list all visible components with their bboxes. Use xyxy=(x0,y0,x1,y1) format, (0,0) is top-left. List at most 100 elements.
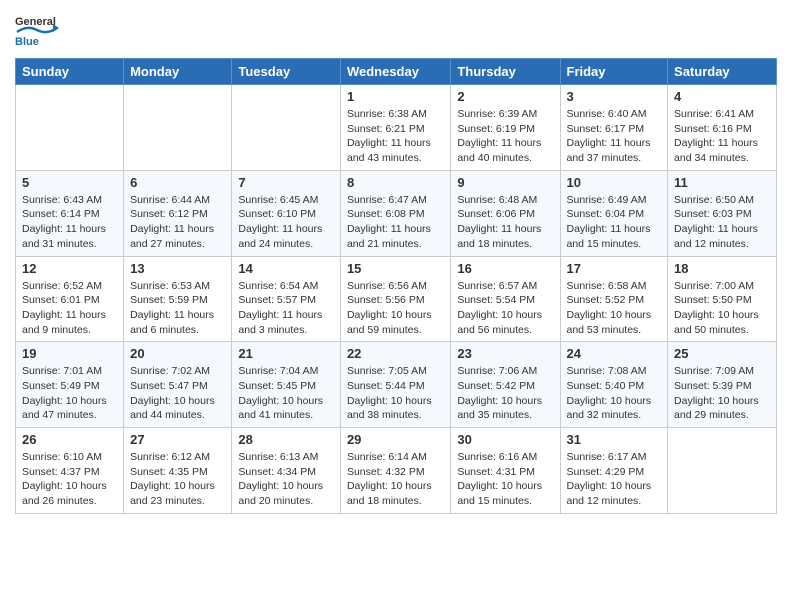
day-info: Sunrise: 6:56 AM Sunset: 5:56 PM Dayligh… xyxy=(347,279,444,338)
calendar-cell: 8 Sunrise: 6:47 AM Sunset: 6:08 PM Daylig… xyxy=(340,170,450,256)
day-info: Sunrise: 6:53 AM Sunset: 5:59 PM Dayligh… xyxy=(130,279,225,338)
day-info: Sunrise: 6:44 AM Sunset: 6:12 PM Dayligh… xyxy=(130,193,225,252)
day-number: 25 xyxy=(674,346,770,361)
calendar-cell: 21 Sunrise: 7:04 AM Sunset: 5:45 PM Dayli… xyxy=(232,342,341,428)
day-info: Sunrise: 6:17 AM Sunset: 4:29 PM Dayligh… xyxy=(567,450,662,509)
svg-text:General: General xyxy=(15,16,56,28)
day-info: Sunrise: 6:50 AM Sunset: 6:03 PM Dayligh… xyxy=(674,193,770,252)
day-info: Sunrise: 6:12 AM Sunset: 4:35 PM Dayligh… xyxy=(130,450,225,509)
day-info: Sunrise: 6:16 AM Sunset: 4:31 PM Dayligh… xyxy=(457,450,553,509)
day-info: Sunrise: 6:49 AM Sunset: 6:04 PM Dayligh… xyxy=(567,193,662,252)
day-number: 30 xyxy=(457,432,553,447)
calendar-cell: 26Sunrise: 6:10 AM Sunset: 4:37 PM Dayli… xyxy=(16,428,124,514)
calendar-cell: 6 Sunrise: 6:44 AM Sunset: 6:12 PM Daylig… xyxy=(124,170,232,256)
weekday-header-monday: Monday xyxy=(124,59,232,85)
calendar-cell: 25Sunrise: 7:09 AM Sunset: 5:39 PM Dayli… xyxy=(668,342,777,428)
day-number: 23 xyxy=(457,346,553,361)
calendar-cell xyxy=(232,85,341,171)
day-number: 11 xyxy=(674,175,770,190)
weekday-header-row: SundayMondayTuesdayWednesdayThursdayFrid… xyxy=(16,59,777,85)
day-number: 16 xyxy=(457,261,553,276)
day-number: 26 xyxy=(22,432,117,447)
calendar-cell: 12Sunrise: 6:52 AM Sunset: 6:01 PM Dayli… xyxy=(16,256,124,342)
day-number: 31 xyxy=(567,432,662,447)
day-number: 24 xyxy=(567,346,662,361)
day-info: Sunrise: 6:13 AM Sunset: 4:34 PM Dayligh… xyxy=(238,450,334,509)
calendar-cell: 23 Sunrise: 7:06 AM Sunset: 5:42 PM Dayli… xyxy=(451,342,560,428)
calendar-cell xyxy=(668,428,777,514)
day-info: Sunrise: 6:47 AM Sunset: 6:08 PM Dayligh… xyxy=(347,193,444,252)
day-number: 2 xyxy=(457,89,553,104)
week-row-1: 1Sunrise: 6:38 AM Sunset: 6:21 PM Daylig… xyxy=(16,85,777,171)
day-number: 19 xyxy=(22,346,117,361)
day-number: 28 xyxy=(238,432,334,447)
day-number: 29 xyxy=(347,432,444,447)
day-number: 15 xyxy=(347,261,444,276)
day-info: Sunrise: 7:06 AM Sunset: 5:42 PM Dayligh… xyxy=(457,364,553,423)
calendar-cell: 15 Sunrise: 6:56 AM Sunset: 5:56 PM Dayli… xyxy=(340,256,450,342)
day-info: Sunrise: 6:48 AM Sunset: 6:06 PM Dayligh… xyxy=(457,193,553,252)
calendar-cell: 4Sunrise: 6:41 AM Sunset: 6:16 PM Daylig… xyxy=(668,85,777,171)
calendar-cell: 17Sunrise: 6:58 AM Sunset: 5:52 PM Dayli… xyxy=(560,256,668,342)
calendar-cell: 27 Sunrise: 6:12 AM Sunset: 4:35 PM Dayli… xyxy=(124,428,232,514)
week-row-2: 5 Sunrise: 6:43 AM Sunset: 6:14 PM Daylig… xyxy=(16,170,777,256)
day-info: Sunrise: 6:40 AM Sunset: 6:17 PM Dayligh… xyxy=(567,107,662,166)
day-info: Sunrise: 6:38 AM Sunset: 6:21 PM Dayligh… xyxy=(347,107,444,166)
day-number: 20 xyxy=(130,346,225,361)
calendar-cell: 16 Sunrise: 6:57 AM Sunset: 5:54 PM Dayli… xyxy=(451,256,560,342)
day-info: Sunrise: 7:02 AM Sunset: 5:47 PM Dayligh… xyxy=(130,364,225,423)
calendar-cell: 3 Sunrise: 6:40 AM Sunset: 6:17 PM Daylig… xyxy=(560,85,668,171)
weekday-header-sunday: Sunday xyxy=(16,59,124,85)
header: General Blue xyxy=(15,10,777,50)
calendar-cell: 10 Sunrise: 6:49 AM Sunset: 6:04 PM Dayli… xyxy=(560,170,668,256)
calendar-cell xyxy=(124,85,232,171)
day-number: 7 xyxy=(238,175,334,190)
calendar-cell: 18Sunrise: 7:00 AM Sunset: 5:50 PM Dayli… xyxy=(668,256,777,342)
weekday-header-tuesday: Tuesday xyxy=(232,59,341,85)
day-info: Sunrise: 7:04 AM Sunset: 5:45 PM Dayligh… xyxy=(238,364,334,423)
calendar-cell: 19Sunrise: 7:01 AM Sunset: 5:49 PM Dayli… xyxy=(16,342,124,428)
calendar-cell: 20 Sunrise: 7:02 AM Sunset: 5:47 PM Dayli… xyxy=(124,342,232,428)
calendar-cell: 24Sunrise: 7:08 AM Sunset: 5:40 PM Dayli… xyxy=(560,342,668,428)
weekday-header-thursday: Thursday xyxy=(451,59,560,85)
page: General Blue SundayMondayTuesdayWednesda… xyxy=(0,0,792,524)
day-number: 21 xyxy=(238,346,334,361)
day-number: 9 xyxy=(457,175,553,190)
calendar-cell: 5 Sunrise: 6:43 AM Sunset: 6:14 PM Daylig… xyxy=(16,170,124,256)
day-info: Sunrise: 6:14 AM Sunset: 4:32 PM Dayligh… xyxy=(347,450,444,509)
day-info: Sunrise: 6:57 AM Sunset: 5:54 PM Dayligh… xyxy=(457,279,553,338)
calendar-table: SundayMondayTuesdayWednesdayThursdayFrid… xyxy=(15,58,777,514)
week-row-5: 26Sunrise: 6:10 AM Sunset: 4:37 PM Dayli… xyxy=(16,428,777,514)
calendar-cell: 14Sunrise: 6:54 AM Sunset: 5:57 PM Dayli… xyxy=(232,256,341,342)
calendar-cell: 11 Sunrise: 6:50 AM Sunset: 6:03 PM Dayli… xyxy=(668,170,777,256)
day-info: Sunrise: 6:54 AM Sunset: 5:57 PM Dayligh… xyxy=(238,279,334,338)
day-info: Sunrise: 6:52 AM Sunset: 6:01 PM Dayligh… xyxy=(22,279,117,338)
day-number: 10 xyxy=(567,175,662,190)
logo: General Blue xyxy=(15,10,65,50)
day-info: Sunrise: 7:05 AM Sunset: 5:44 PM Dayligh… xyxy=(347,364,444,423)
calendar-cell: 7 Sunrise: 6:45 AM Sunset: 6:10 PM Daylig… xyxy=(232,170,341,256)
day-info: Sunrise: 7:00 AM Sunset: 5:50 PM Dayligh… xyxy=(674,279,770,338)
calendar-cell: 29 Sunrise: 6:14 AM Sunset: 4:32 PM Dayli… xyxy=(340,428,450,514)
week-row-3: 12Sunrise: 6:52 AM Sunset: 6:01 PM Dayli… xyxy=(16,256,777,342)
calendar-cell: 1Sunrise: 6:38 AM Sunset: 6:21 PM Daylig… xyxy=(340,85,450,171)
day-info: Sunrise: 6:43 AM Sunset: 6:14 PM Dayligh… xyxy=(22,193,117,252)
day-number: 6 xyxy=(130,175,225,190)
calendar-cell: 31 Sunrise: 6:17 AM Sunset: 4:29 PM Dayli… xyxy=(560,428,668,514)
day-info: Sunrise: 6:41 AM Sunset: 6:16 PM Dayligh… xyxy=(674,107,770,166)
weekday-header-wednesday: Wednesday xyxy=(340,59,450,85)
day-number: 22 xyxy=(347,346,444,361)
day-number: 17 xyxy=(567,261,662,276)
day-number: 3 xyxy=(567,89,662,104)
day-number: 27 xyxy=(130,432,225,447)
calendar-cell: 2Sunrise: 6:39 AM Sunset: 6:19 PM Daylig… xyxy=(451,85,560,171)
calendar-cell: 9 Sunrise: 6:48 AM Sunset: 6:06 PM Daylig… xyxy=(451,170,560,256)
day-number: 8 xyxy=(347,175,444,190)
weekday-header-friday: Friday xyxy=(560,59,668,85)
week-row-4: 19Sunrise: 7:01 AM Sunset: 5:49 PM Dayli… xyxy=(16,342,777,428)
day-info: Sunrise: 6:45 AM Sunset: 6:10 PM Dayligh… xyxy=(238,193,334,252)
calendar-cell: 28 Sunrise: 6:13 AM Sunset: 4:34 PM Dayli… xyxy=(232,428,341,514)
calendar-cell: 13Sunrise: 6:53 AM Sunset: 5:59 PM Dayli… xyxy=(124,256,232,342)
calendar-cell: 30 Sunrise: 6:16 AM Sunset: 4:31 PM Dayli… xyxy=(451,428,560,514)
day-number: 5 xyxy=(22,175,117,190)
